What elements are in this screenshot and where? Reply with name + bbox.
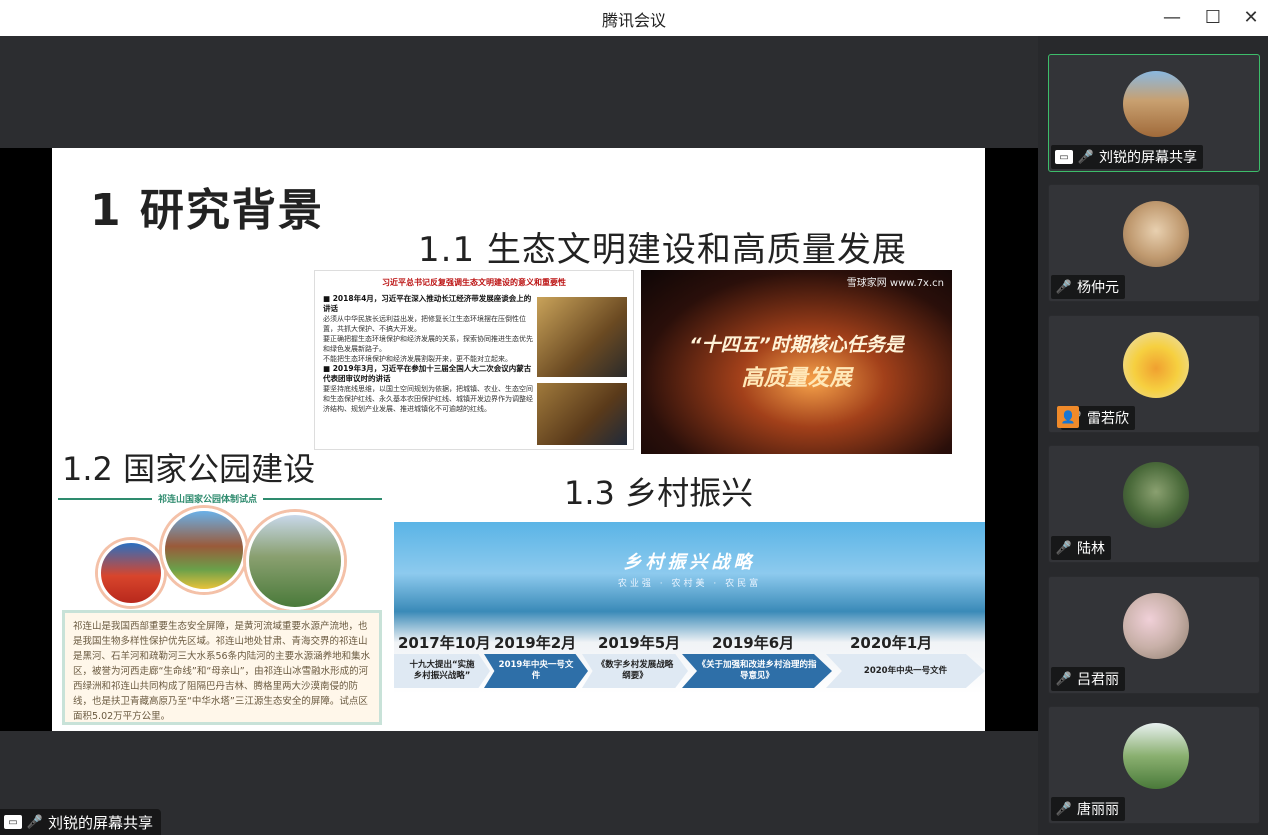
participant-name: 刘锐的屏幕共享 — [1099, 150, 1197, 166]
participant-tile[interactable]: 🎤 雷若欣 👤 — [1048, 315, 1260, 433]
speech-photo — [537, 297, 627, 377]
participant-name: 雷若欣 — [1087, 411, 1129, 427]
avatar — [1123, 332, 1189, 398]
participant-name: 唐丽丽 — [1077, 802, 1119, 818]
mic-muted-icon: 🎤 — [1055, 801, 1073, 817]
participant-name-bar: 🎤 唐丽丽 — [1051, 797, 1125, 821]
meeting-photo — [537, 383, 627, 445]
maximize-button[interactable]: ☐ — [1198, 4, 1228, 30]
banner-line-1: “十四五”时期核心任务是 — [689, 334, 904, 356]
mic-muted-icon: 🎤 — [1055, 671, 1073, 687]
participant-name: 陆林 — [1077, 541, 1105, 557]
mic-muted-icon: 🎤 — [1055, 540, 1073, 556]
participants-panel[interactable]: ▭ 🎤 刘锐的屏幕共享 🎤 杨仲元 🎤 雷若欣 👤 🎤 陆林 🎤 吕君丽 — [1038, 36, 1268, 835]
window-title: 腾讯会议 — [601, 11, 666, 30]
rural-subtitle: 农业强 · 农村美 · 农民富 — [617, 579, 762, 589]
danxia-photo — [98, 540, 164, 606]
mic-icon: 🎤 — [1077, 149, 1095, 165]
timeline-step: 《数字乡村发展战略纲要》 — [582, 654, 688, 688]
mic-muted-icon: 🎤 — [1055, 279, 1073, 295]
screen-share-icon: ▭ — [1055, 150, 1073, 164]
timeline-step: 2020年中央一号文件 — [826, 654, 985, 688]
doc-line: 不能把生态环境保护和经济发展割裂开来，更不能对立起来。 — [323, 355, 512, 363]
user-icon: 👤 — [1057, 406, 1079, 428]
timeline-year: 2020年1月 — [850, 634, 933, 652]
participant-name-bar: 🎤 杨仲元 — [1051, 275, 1125, 299]
stage-share-label-text: 刘锐的屏幕共享 — [48, 813, 154, 832]
timeline-year: 2017年10月 — [398, 634, 491, 652]
slide-heading-1: 1 研究背景 — [90, 185, 324, 236]
speech-document: 习近平总书记反复强调生态文明建设的意义和重要性 ■ 2018年4月，习近平在深入… — [314, 270, 634, 450]
rural-revitalization-banner: 乡村振兴战略 农业强 · 农村美 · 农民富 2017年10月 2019年2月 … — [394, 522, 985, 694]
avatar — [1123, 462, 1189, 528]
timeline-year: 2019年5月 — [598, 634, 681, 652]
main-stage[interactable]: 1 研究背景 1.1 生态文明建设和高质量发展 习近平总书记反复强调生态文明建设… — [0, 36, 1038, 835]
timeline-year: 2019年2月 — [494, 634, 577, 652]
brand-logo: 雪球家网 www.7x.cn — [846, 278, 944, 289]
screen-share-area: 1 研究背景 1.1 生态文明建设和高质量发展 习近平总书记反复强调生态文明建设… — [0, 148, 1038, 731]
quality-development-banner: 雪球家网 www.7x.cn “十四五”时期核心任务是 高质量发展 — [641, 270, 952, 454]
doc-title: 习近平总书记反复强调生态文明建设的意义和重要性 — [382, 278, 566, 287]
slide-heading-1-3: 1.3 乡村振兴 — [564, 474, 754, 512]
minimize-button[interactable]: — — [1157, 4, 1187, 30]
participant-name: 吕君丽 — [1077, 672, 1119, 688]
doc-line: ■ 2019年3月，习近平在参加十三届全国人大二次会议内蒙古代表团审议时的讲话 — [323, 364, 532, 383]
park-label: 祁连山国家公园体制试点 — [152, 492, 264, 505]
timeline-year: 2019年6月 — [712, 634, 795, 652]
slide-heading-1-1: 1.1 生态文明建设和高质量发展 — [418, 230, 907, 270]
avatar — [1123, 201, 1189, 267]
title-bar: 腾讯会议 — ☐ ✕ — [0, 0, 1268, 36]
stage-share-label: ▭ 🎤 刘锐的屏幕共享 — [0, 809, 162, 835]
participant-name-bar: 🎤 陆林 — [1051, 536, 1111, 560]
participant-tile[interactable]: 🎤 陆林 — [1048, 445, 1260, 563]
slide-heading-1-2: 1.2 国家公园建设 — [62, 450, 316, 488]
avatar — [1123, 723, 1189, 789]
timeline-step: 十九大提出“实施乡村振兴战略” — [394, 654, 490, 688]
doc-line: ■ 2018年4月，习近平在深入推动长江经济带发展座谈会上的讲话 — [323, 294, 532, 313]
rural-title: 乡村振兴战略 — [623, 552, 756, 573]
doc-line: 要正确把握生态环境保护和经济发展的关系，探索协同推进生态优先和绿色发展新路子。 — [323, 335, 533, 353]
banner-line-2: 高质量发展 — [741, 366, 852, 391]
grassland-photo — [246, 512, 344, 610]
stage-top-area — [0, 36, 1038, 148]
close-button[interactable]: ✕ — [1236, 4, 1266, 30]
mic-icon: 🎤 — [26, 814, 44, 830]
timeline-step: 2019年中央一号文件 — [484, 654, 588, 688]
participant-name: 杨仲元 — [1077, 280, 1119, 296]
participant-tile[interactable]: ▭ 🎤 刘锐的屏幕共享 — [1048, 54, 1260, 172]
participant-tile[interactable]: 🎤 杨仲元 — [1048, 184, 1260, 302]
participant-name-bar: ▭ 🎤 刘锐的屏幕共享 — [1051, 145, 1203, 169]
avatar — [1123, 71, 1189, 137]
avatar — [1123, 593, 1189, 659]
park-description: 祁连山是我国西部重要生态安全屏障，是黄河流域重要水源产流地，也是我国生物多样性保… — [62, 610, 382, 725]
mountain-photo — [162, 508, 246, 592]
timeline-step: 《关于加强和改进乡村治理的指导意见》 — [682, 654, 832, 688]
doc-line: 要坚持底线思维，以国土空间规划为依据，把城镇、农业、生态空间和生态保护红线、永久… — [323, 385, 533, 413]
participant-tile[interactable]: 🎤 吕君丽 — [1048, 576, 1260, 694]
screen-share-icon: ▭ — [4, 815, 22, 829]
participant-name-bar: 🎤 吕君丽 — [1051, 667, 1125, 691]
doc-line: 必须从中华民族长远利益出发，把修复长江生态环境摆在压倒性位置，共抓大保护、不搞大… — [323, 315, 526, 333]
participant-tile[interactable]: 🎤 唐丽丽 — [1048, 706, 1260, 824]
presentation-slide: 1 研究背景 1.1 生态文明建设和高质量发展 习近平总书记反复强调生态文明建设… — [52, 148, 985, 731]
